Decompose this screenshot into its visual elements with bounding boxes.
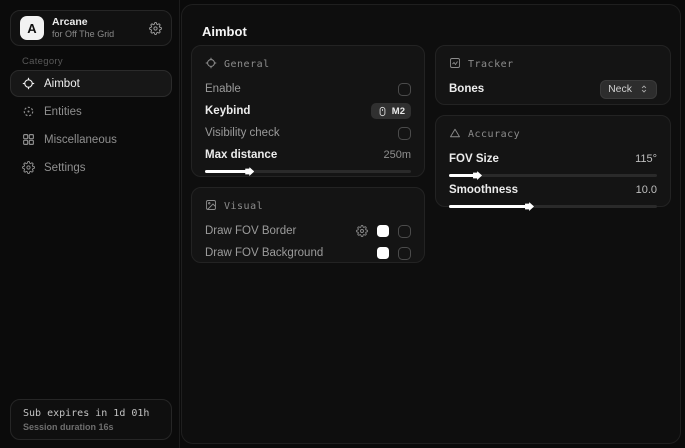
session-duration-text: Session duration 16s	[23, 422, 159, 432]
accuracy-card: Accuracy FOV Size 115° Smoothness 10.0	[435, 115, 671, 207]
image-icon	[205, 199, 217, 214]
gear-icon	[22, 161, 35, 174]
fov-border-label: Draw FOV Border	[205, 225, 296, 237]
max-distance-value: 250m	[383, 149, 411, 161]
crosshair-icon	[22, 77, 35, 90]
crosshair-icon	[205, 57, 217, 72]
smoothness-slider[interactable]	[449, 205, 657, 208]
brand-name: Arcane	[52, 16, 114, 29]
grid-icon	[22, 133, 35, 146]
keybind-button[interactable]: M2	[371, 103, 411, 119]
sidebar-item-aimbot[interactable]: Aimbot	[10, 70, 172, 97]
bones-select[interactable]: Neck	[600, 80, 657, 99]
sidebar-item-label: Entities	[44, 106, 82, 118]
general-card: General Enable Keybind M2 Visibility che…	[191, 45, 425, 177]
brand-card: A Arcane for Off The Grid	[10, 10, 172, 46]
visual-card: Visual Draw FOV Border Draw FOV Backgrou…	[191, 187, 425, 263]
bones-row: Bones Neck	[449, 78, 657, 100]
visual-card-header: Visual	[205, 198, 411, 214]
subscription-card: Sub expires in 1d 01h Session duration 1…	[10, 399, 172, 440]
fov-size-label: FOV Size	[449, 153, 499, 165]
card-title: Visual	[224, 201, 263, 212]
accuracy-card-header: Accuracy	[449, 126, 657, 142]
slider-fill	[205, 170, 248, 173]
slider-fill	[449, 174, 476, 177]
fov-background-color-swatch[interactable]	[377, 247, 389, 259]
sidebar-item-miscellaneous[interactable]: Miscellaneous	[10, 126, 172, 153]
fov-size-row: FOV Size 115°	[449, 148, 657, 170]
max-distance-row: Max distance 250m	[205, 144, 411, 166]
smoothness-label: Smoothness	[449, 184, 518, 196]
fov-background-label: Draw FOV Background	[205, 247, 323, 259]
sidebar-item-entities[interactable]: Entities	[10, 98, 172, 125]
smoothness-value: 10.0	[636, 184, 657, 196]
brand-text: Arcane for Off The Grid	[52, 16, 114, 40]
fov-background-checkbox[interactable]	[398, 247, 411, 260]
activity-icon	[449, 57, 461, 72]
max-distance-label: Max distance	[205, 149, 277, 161]
max-distance-slider[interactable]	[205, 170, 411, 173]
sidebar-item-settings[interactable]: Settings	[10, 154, 172, 181]
tracker-card: Tracker Bones Neck	[435, 45, 671, 105]
radar-icon	[22, 105, 35, 118]
fov-border-color-swatch[interactable]	[377, 225, 389, 237]
bones-label: Bones	[449, 83, 484, 95]
mouse-icon	[377, 106, 388, 117]
fov-size-value: 115°	[635, 153, 657, 165]
visibility-check-label: Visibility check	[205, 127, 280, 139]
sub-expires-text: Sub expires in 1d 01h	[23, 408, 159, 419]
sidebar-item-label: Settings	[44, 162, 86, 174]
fov-border-checkbox[interactable]	[398, 225, 411, 238]
chevron-up-down-icon	[639, 84, 649, 94]
card-title: Accuracy	[468, 129, 520, 140]
enable-checkbox[interactable]	[398, 83, 411, 96]
keybind-value: M2	[392, 106, 405, 117]
triangle-icon	[449, 127, 461, 142]
sidebar-item-label: Aimbot	[44, 78, 80, 90]
page-title: Aimbot	[202, 24, 247, 39]
bones-value: Neck	[608, 83, 632, 95]
enable-label: Enable	[205, 83, 241, 95]
fov-background-row: Draw FOV Background	[205, 242, 411, 264]
brand-logo: A	[20, 16, 44, 40]
brand-subtitle: for Off The Grid	[52, 29, 114, 40]
general-card-header: General	[205, 56, 411, 72]
slider-thumb[interactable]	[245, 167, 254, 176]
keybind-label: Keybind	[205, 105, 250, 117]
smoothness-row: Smoothness 10.0	[449, 179, 657, 201]
sidebar-item-label: Miscellaneous	[44, 134, 117, 146]
main-panel: Aimbot General Enable Keybind M2 Visibil…	[181, 4, 681, 444]
visibility-check-checkbox[interactable]	[398, 127, 411, 140]
enable-row: Enable	[205, 78, 411, 100]
sidebar: A Arcane for Off The Grid Category Aimbo…	[0, 0, 180, 448]
fov-border-row: Draw FOV Border	[205, 220, 411, 242]
slider-thumb[interactable]	[525, 202, 534, 211]
slider-fill	[449, 205, 528, 208]
sidebar-nav: Aimbot Entities Miscellaneous Settings	[10, 70, 172, 181]
tracker-card-header: Tracker	[449, 56, 657, 72]
gear-icon[interactable]	[356, 225, 368, 237]
keybind-row: Keybind M2	[205, 100, 411, 122]
card-title: General	[224, 59, 270, 70]
card-title: Tracker	[468, 59, 514, 70]
visibility-check-row: Visibility check	[205, 122, 411, 144]
gear-icon[interactable]	[149, 22, 162, 35]
category-label: Category	[22, 56, 63, 67]
fov-size-slider[interactable]	[449, 174, 657, 177]
